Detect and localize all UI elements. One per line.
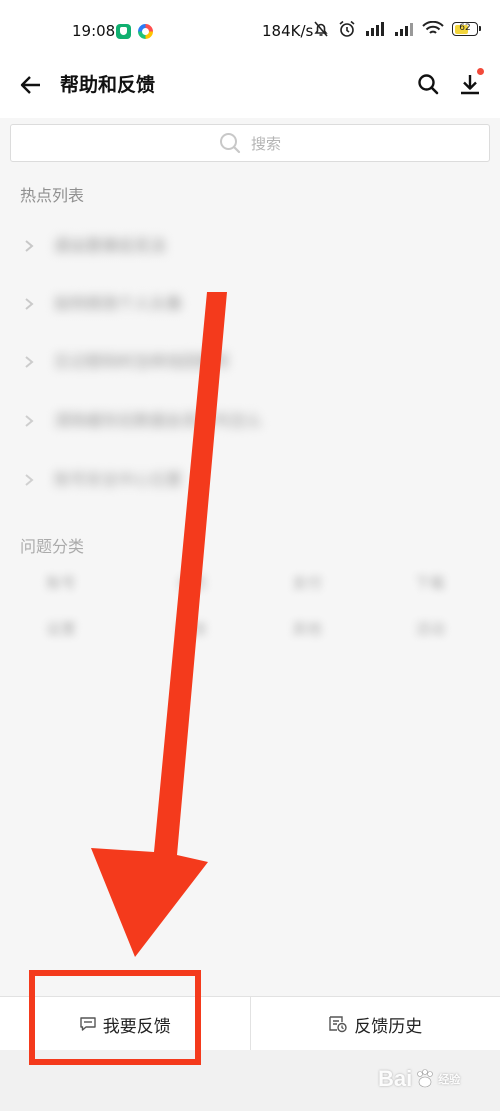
chevron-right-icon [25,415,34,427]
history-document-icon [329,1016,347,1033]
hot-list-item[interactable]: 忘记密码时怎样找回账号 [22,334,478,390]
status-icons: 62 [312,20,481,38]
search-icon [219,133,241,154]
hot-list-item-text: 忘记密码时怎样找回账号 [54,352,231,371]
download-button[interactable] [454,68,486,100]
category-title: 问题分类 [20,537,85,556]
chevron-right-icon [25,298,34,310]
battery-level: 62 [459,23,471,33]
feedback-history-button[interactable]: 反馈历史 [251,997,500,1051]
category-item[interactable]: 会员 [135,570,250,596]
color-wheel-app-icon [138,24,153,39]
category-grid: 账号 会员 支付 下载 设置 播放 其他 活动 [20,570,480,642]
chevron-right-icon [25,240,34,252]
back-button[interactable] [16,70,46,100]
app-header: 帮助和反馈 [0,62,500,118]
category-item[interactable]: 播放 [135,616,250,642]
alarm-icon [339,20,355,37]
search-input[interactable]: 搜索 [10,124,490,162]
hot-list-item-text: 如何修改个人头像 [54,294,183,313]
category-item[interactable]: 账号 [20,570,135,596]
watermark-text: Bai [378,1066,413,1091]
battery-tip [479,26,481,31]
page-title: 帮助和反馈 [60,74,156,96]
hot-list-item[interactable]: 退出登录后无法 [22,218,478,274]
category-item[interactable]: 活动 [365,616,480,642]
shield-app-icon [116,24,131,39]
hot-list-item[interactable]: 如何修改个人头像 [22,276,478,332]
mute-bell-icon [314,21,328,37]
wifi-icon [422,21,444,34]
network-speed: 184K/s [262,22,314,40]
search-icon [418,74,439,95]
hot-list-item-text: 清除缓存后数据会丢失吗怎么 [54,411,263,430]
status-bar: 19:08 184K/s 62 [0,0,500,62]
feedback-history-label: 反馈历史 [354,1016,423,1037]
notification-dot [477,68,484,75]
hot-list-item[interactable]: 账号安全中心位置 [22,452,478,508]
signal-hd-icon [366,22,384,36]
category-item[interactable]: 设置 [20,616,135,642]
chevron-right-icon [25,474,34,486]
chevron-right-icon [25,356,34,368]
category-item[interactable]: 下载 [365,570,480,596]
search-placeholder: 搜索 [250,134,281,153]
baidu-watermark: Bai 经验 [378,1066,460,1092]
arrow-left-icon [20,76,40,94]
watermark-subtext: 经验 [438,1074,461,1086]
category-item[interactable]: 支付 [250,570,365,596]
signal-icon [395,23,413,36]
battery-icon: 62 [452,22,481,36]
annotation-highlight-box [29,970,201,1065]
category-item[interactable]: 其他 [250,616,365,642]
hot-list-title: 热点列表 [20,186,85,205]
hot-list-item[interactable]: 清除缓存后数据会丢失吗怎么 [22,393,478,449]
status-time: 19:08 [72,22,116,40]
hot-list-item-text: 账号安全中心位置 [54,470,183,489]
search-button[interactable] [412,68,444,100]
paw-logo-icon [417,1069,434,1088]
hot-list-item-text: 退出登录后无法 [54,236,167,255]
download-icon [461,75,479,95]
